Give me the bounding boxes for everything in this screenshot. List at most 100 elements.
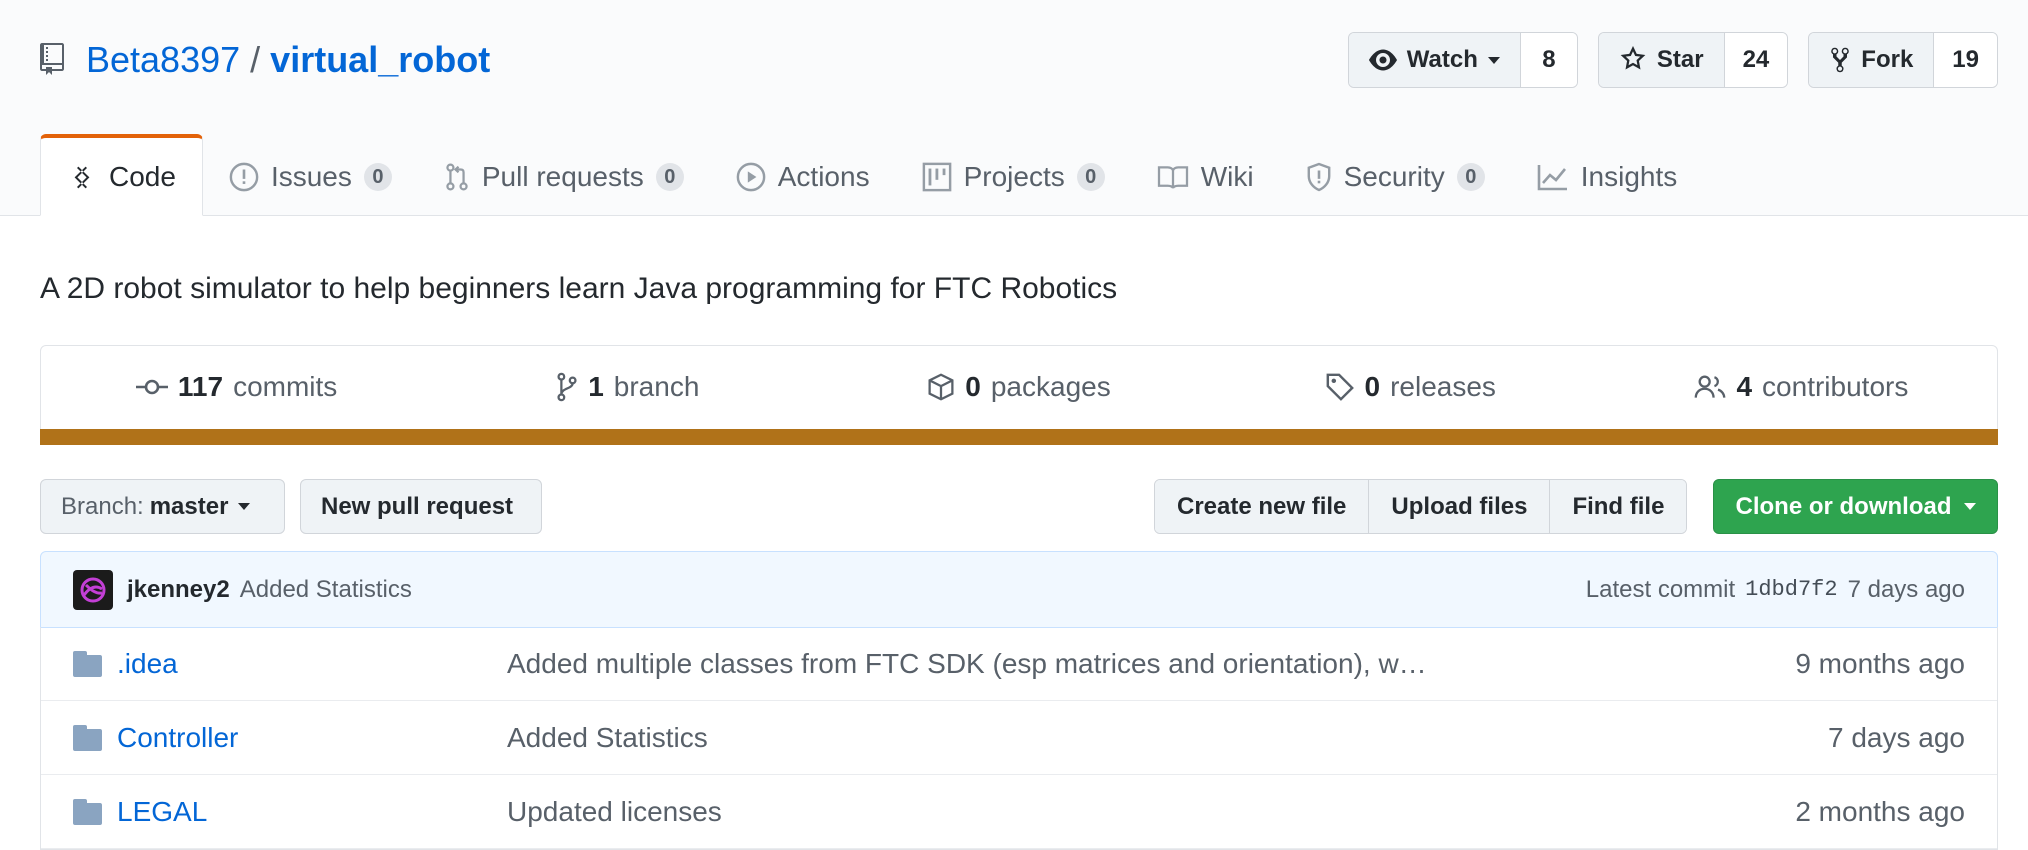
file-row: LEGAL Updated licenses 2 months ago <box>41 775 1997 849</box>
file-name-link[interactable]: Controller <box>117 722 507 754</box>
tab-label: Projects <box>963 161 1065 192</box>
repo-actions: Watch 8 Star 24 Fork 19 <box>1347 32 1998 88</box>
repo-title: Beta8397 / virtual_robot <box>40 38 490 82</box>
play-icon <box>736 162 766 192</box>
releases-count: 0 <box>1364 371 1381 402</box>
star-icon <box>1620 46 1646 70</box>
avatar-logo-icon <box>80 577 106 602</box>
graph-icon <box>1537 165 1567 191</box>
folder-icon <box>73 724 102 751</box>
security-counter: 0 <box>1456 163 1485 191</box>
project-icon <box>922 162 951 192</box>
file-navigation: Branch: master New pull request Create n… <box>40 479 1998 534</box>
clone-label: Clone or download <box>1735 492 1952 520</box>
projects-counter: 0 <box>1076 163 1105 191</box>
tab-code[interactable]: Code <box>40 134 203 216</box>
tab-wiki[interactable]: Wiki <box>1131 138 1280 216</box>
file-list: .idea Added multiple classes from FTC SD… <box>40 627 1998 850</box>
fork-label: Fork <box>1861 46 1914 73</box>
branches-label: branch <box>613 371 700 402</box>
watch-button[interactable]: Watch <box>1348 33 1521 87</box>
folder-icon <box>73 798 102 825</box>
pull-requests-counter: 0 <box>655 163 684 191</box>
watch-group: Watch 8 <box>1347 32 1578 88</box>
branch-select-button[interactable]: Branch: master <box>40 479 285 534</box>
contributors-count: 4 <box>1736 371 1753 402</box>
commit-meta: Latest commit 1dbd7f2 7 days ago <box>1586 576 1965 604</box>
releases-label: releases <box>1390 371 1496 402</box>
tab-issues[interactable]: Issues 0 <box>203 138 418 216</box>
tab-security[interactable]: Security 0 <box>1280 138 1511 216</box>
file-actions-group: Create new file Upload files Find file <box>1154 479 1688 534</box>
commits-label: commits <box>233 371 338 402</box>
commits-link[interactable]: 117 commits <box>41 371 432 403</box>
clone-or-download-button[interactable]: Clone or download <box>1713 479 1998 534</box>
eye-icon <box>1368 49 1397 71</box>
repo-description: A 2D robot simulator to help beginners l… <box>40 272 1118 305</box>
chevron-down-icon <box>1487 56 1500 64</box>
commit-author-link[interactable]: jkenney2 <box>127 576 230 604</box>
tag-icon <box>1326 373 1354 401</box>
repo-owner-link[interactable]: Beta8397 <box>86 39 240 81</box>
file-age: 7 days ago <box>1828 721 1965 753</box>
fork-button[interactable]: Fork <box>1809 33 1935 87</box>
repo-header: Beta8397 / virtual_robot Watch 8 Star 24… <box>0 0 2028 216</box>
fork-count[interactable]: 19 <box>1934 33 1997 87</box>
watch-count[interactable]: 8 <box>1520 33 1577 87</box>
code-icon <box>74 166 90 188</box>
commit-sha-link[interactable]: 1dbd7f2 <box>1745 577 1837 602</box>
file-name-link[interactable]: LEGAL <box>117 796 507 828</box>
new-pull-request-button[interactable]: New pull request <box>300 479 542 534</box>
issue-opened-icon <box>229 162 259 192</box>
repo-name-link[interactable]: virtual_robot <box>270 39 490 81</box>
git-branch-icon <box>557 372 577 402</box>
git-pull-request-icon <box>446 163 468 191</box>
branches-link[interactable]: 1 branch <box>432 371 823 403</box>
file-commit-message-link[interactable]: Added Statistics <box>507 722 1828 754</box>
create-new-file-button[interactable]: Create new file <box>1155 480 1370 533</box>
tab-label: Actions <box>777 161 870 192</box>
tab-insights[interactable]: Insights <box>1511 138 1704 216</box>
contributors-link[interactable]: 4 contributors <box>1606 371 1997 403</box>
file-age: 9 months ago <box>1795 647 1965 679</box>
packages-count: 0 <box>965 371 981 402</box>
upload-files-button[interactable]: Upload files <box>1369 480 1551 533</box>
commit-age: 7 days ago <box>1847 575 1965 603</box>
fork-group: Fork 19 <box>1808 32 1998 88</box>
file-age: 2 months ago <box>1795 795 1965 827</box>
repo-forked-icon <box>1831 47 1850 73</box>
tab-label: Wiki <box>1200 161 1254 192</box>
commit-message-link[interactable]: Added Statistics <box>240 576 412 604</box>
repo-nav-tabs: Code Issues 0 Pull requests 0 Actions Pr… <box>40 134 1703 216</box>
tab-label: Insights <box>1580 161 1678 192</box>
numbers-summary: 117 commits 1 branch 0 packages 0 releas… <box>40 345 1998 445</box>
tab-pull-requests[interactable]: Pull requests 0 <box>418 138 710 216</box>
find-file-button[interactable]: Find file <box>1550 480 1687 533</box>
packages-label: packages <box>990 371 1111 402</box>
star-group: Star 24 <box>1597 32 1789 88</box>
commits-count: 117 <box>177 371 224 402</box>
tab-projects[interactable]: Projects 0 <box>896 138 1131 216</box>
git-commit-icon <box>135 379 168 395</box>
chevron-down-icon <box>238 503 251 510</box>
people-icon <box>1695 375 1726 398</box>
star-count[interactable]: 24 <box>1724 33 1788 87</box>
book-icon <box>1157 166 1188 189</box>
branch-name: master <box>149 492 229 520</box>
packages-link[interactable]: 0 packages <box>823 371 1214 403</box>
avatar[interactable] <box>73 569 113 610</box>
latest-commit-label: Latest commit <box>1585 575 1736 603</box>
file-row: .idea Added multiple classes from FTC SD… <box>41 627 1997 701</box>
shield-icon <box>1307 162 1331 192</box>
file-commit-message-link[interactable]: Updated licenses <box>507 796 1795 828</box>
file-name-link[interactable]: .idea <box>117 648 507 680</box>
folder-icon <box>73 650 102 677</box>
tab-actions[interactable]: Actions <box>710 138 896 216</box>
language-bar[interactable] <box>40 429 1998 445</box>
star-button[interactable]: Star <box>1598 33 1725 87</box>
releases-link[interactable]: 0 releases <box>1215 371 1606 403</box>
watch-label: Watch <box>1406 46 1478 73</box>
tab-label: Issues <box>270 161 352 192</box>
tab-label: Pull requests <box>481 161 644 192</box>
file-commit-message-link[interactable]: Added multiple classes from FTC SDK (esp… <box>507 648 1795 680</box>
